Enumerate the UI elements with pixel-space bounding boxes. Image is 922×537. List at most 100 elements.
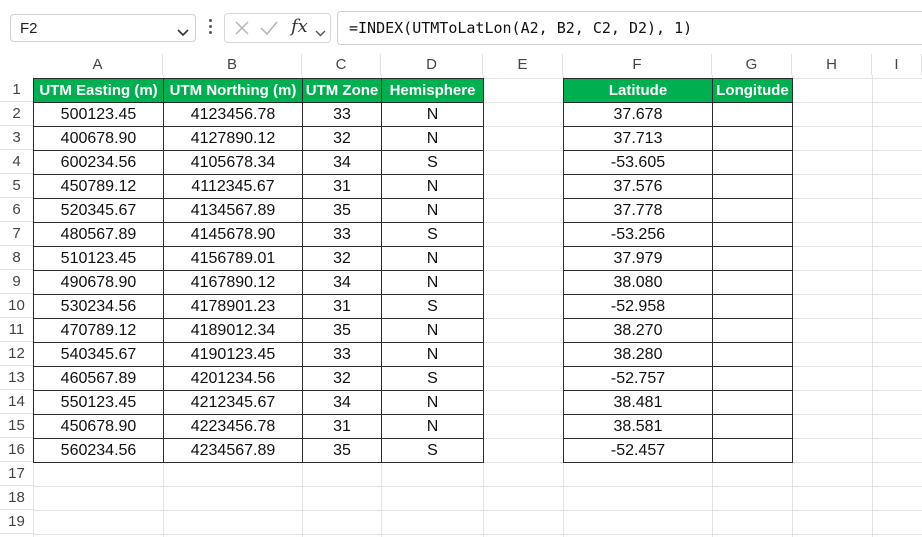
table1-cell[interactable]: S xyxy=(381,366,484,391)
table1-cell[interactable]: 510123.45 xyxy=(33,246,164,271)
row-header-12[interactable]: 12 xyxy=(0,342,33,366)
row-header-5[interactable]: 5 xyxy=(0,174,33,198)
table1-cell[interactable]: 4112345.67 xyxy=(163,174,303,199)
row-header-14[interactable]: 14 xyxy=(0,390,33,414)
table1-cell[interactable]: 4178901.23 xyxy=(163,294,303,319)
row-header-1[interactable]: 1 xyxy=(0,78,33,102)
table1-cell[interactable]: 33 xyxy=(302,342,382,367)
table1-cell[interactable]: 34 xyxy=(302,390,382,415)
latitude-cell[interactable]: -52.757 xyxy=(563,366,713,391)
longitude-cell[interactable] xyxy=(712,126,793,151)
row-header-6[interactable]: 6 xyxy=(0,198,33,222)
table1-cell[interactable]: 4212345.67 xyxy=(163,390,303,415)
table1-cell[interactable]: 31 xyxy=(302,294,382,319)
table1-cell[interactable]: 34 xyxy=(302,270,382,295)
table1-cell[interactable]: 32 xyxy=(302,126,382,151)
longitude-cell[interactable] xyxy=(712,318,793,343)
table1-cell[interactable]: 600234.56 xyxy=(33,150,164,175)
table1-cell[interactable]: 32 xyxy=(302,246,382,271)
latitude-cell[interactable]: 37.778 xyxy=(563,198,713,223)
table1-cell[interactable]: S xyxy=(381,222,484,247)
table2-header-cell[interactable]: Latitude xyxy=(563,78,713,103)
longitude-cell[interactable] xyxy=(712,414,793,439)
latitude-cell[interactable]: 38.270 xyxy=(563,318,713,343)
column-header-f[interactable]: F xyxy=(563,54,712,75)
row-header-16[interactable]: 16 xyxy=(0,438,33,462)
row-header-3[interactable]: 3 xyxy=(0,126,33,150)
table1-cell[interactable]: S xyxy=(381,438,484,463)
table1-cell[interactable]: N xyxy=(381,270,484,295)
latitude-cell[interactable]: -52.457 xyxy=(563,438,713,463)
table1-cell[interactable]: N xyxy=(381,126,484,151)
chevron-down-icon[interactable] xyxy=(315,24,326,42)
latitude-cell[interactable]: 38.481 xyxy=(563,390,713,415)
table1-cell[interactable]: 31 xyxy=(302,414,382,439)
table1-cell[interactable]: 33 xyxy=(302,102,382,127)
table1-cell[interactable]: 4156789.01 xyxy=(163,246,303,271)
table1-cell[interactable]: 4201234.56 xyxy=(163,366,303,391)
row-header-8[interactable]: 8 xyxy=(0,246,33,270)
table1-cell[interactable]: 520345.67 xyxy=(33,198,164,223)
table1-cell[interactable]: 470789.12 xyxy=(33,318,164,343)
table1-cell[interactable]: 4189012.34 xyxy=(163,318,303,343)
latitude-cell[interactable]: -53.256 xyxy=(563,222,713,247)
column-header-i[interactable]: I xyxy=(872,54,922,75)
row-header-9[interactable]: 9 xyxy=(0,270,33,294)
table1-cell[interactable]: 35 xyxy=(302,438,382,463)
column-header-c[interactable]: C xyxy=(302,54,381,75)
table1-cell[interactable]: N xyxy=(381,318,484,343)
row-header-13[interactable]: 13 xyxy=(0,366,33,390)
column-header-e[interactable]: E xyxy=(483,54,563,75)
table1-cell[interactable]: N xyxy=(381,414,484,439)
row-header-19[interactable]: 19 xyxy=(0,510,33,534)
table1-cell[interactable]: 4190123.45 xyxy=(163,342,303,367)
row-header-10[interactable]: 10 xyxy=(0,294,33,318)
latitude-cell[interactable]: 37.979 xyxy=(563,246,713,271)
column-header-b[interactable]: B xyxy=(163,54,302,75)
table1-cell[interactable]: 550123.45 xyxy=(33,390,164,415)
longitude-cell[interactable] xyxy=(712,222,793,247)
longitude-cell[interactable] xyxy=(712,390,793,415)
table1-cell[interactable]: 400678.90 xyxy=(33,126,164,151)
table1-header-cell[interactable]: UTM Northing (m) xyxy=(163,78,303,103)
table1-cell[interactable]: 4127890.12 xyxy=(163,126,303,151)
table1-cell[interactable]: 4234567.89 xyxy=(163,438,303,463)
table1-cell[interactable]: 490678.90 xyxy=(33,270,164,295)
table1-cell[interactable]: 34 xyxy=(302,150,382,175)
table1-cell[interactable]: 530234.56 xyxy=(33,294,164,319)
latitude-cell[interactable]: 38.280 xyxy=(563,342,713,367)
row-header-18[interactable]: 18 xyxy=(0,486,33,510)
table1-cell[interactable]: 540345.67 xyxy=(33,342,164,367)
table1-cell[interactable]: 4145678.90 xyxy=(163,222,303,247)
checkmark-icon[interactable] xyxy=(259,19,279,42)
table1-cell[interactable]: N xyxy=(381,174,484,199)
column-header-g[interactable]: G xyxy=(712,54,792,75)
longitude-cell[interactable] xyxy=(712,174,793,199)
table1-cell[interactable]: N xyxy=(381,198,484,223)
table1-cell[interactable]: N xyxy=(381,390,484,415)
longitude-cell[interactable] xyxy=(712,342,793,367)
table1-header-cell[interactable]: UTM Easting (m) xyxy=(33,78,164,103)
longitude-cell[interactable] xyxy=(712,270,793,295)
longitude-cell[interactable] xyxy=(712,246,793,271)
latitude-cell[interactable]: 37.678 xyxy=(563,102,713,127)
table1-cell[interactable]: N xyxy=(381,342,484,367)
row-header-15[interactable]: 15 xyxy=(0,414,33,438)
more-options-icon[interactable] xyxy=(205,16,215,40)
column-header-a[interactable]: A xyxy=(33,54,163,75)
table1-cell[interactable]: 4134567.89 xyxy=(163,198,303,223)
table2-header-cell[interactable]: Longitude xyxy=(712,78,793,103)
table1-cell[interactable]: 450678.90 xyxy=(33,414,164,439)
table1-cell[interactable]: 4105678.34 xyxy=(163,150,303,175)
insert-function-icon[interactable]: fx xyxy=(291,16,308,37)
table1-cell[interactable]: 32 xyxy=(302,366,382,391)
longitude-cell[interactable] xyxy=(712,366,793,391)
table1-cell[interactable]: N xyxy=(381,102,484,127)
table1-cell[interactable]: 4167890.12 xyxy=(163,270,303,295)
latitude-cell[interactable]: 38.080 xyxy=(563,270,713,295)
table1-header-cell[interactable]: UTM Zone xyxy=(302,78,382,103)
row-header-7[interactable]: 7 xyxy=(0,222,33,246)
row-header-2[interactable]: 2 xyxy=(0,102,33,126)
name-box[interactable]: F2 xyxy=(10,14,196,42)
table1-cell[interactable]: 35 xyxy=(302,198,382,223)
